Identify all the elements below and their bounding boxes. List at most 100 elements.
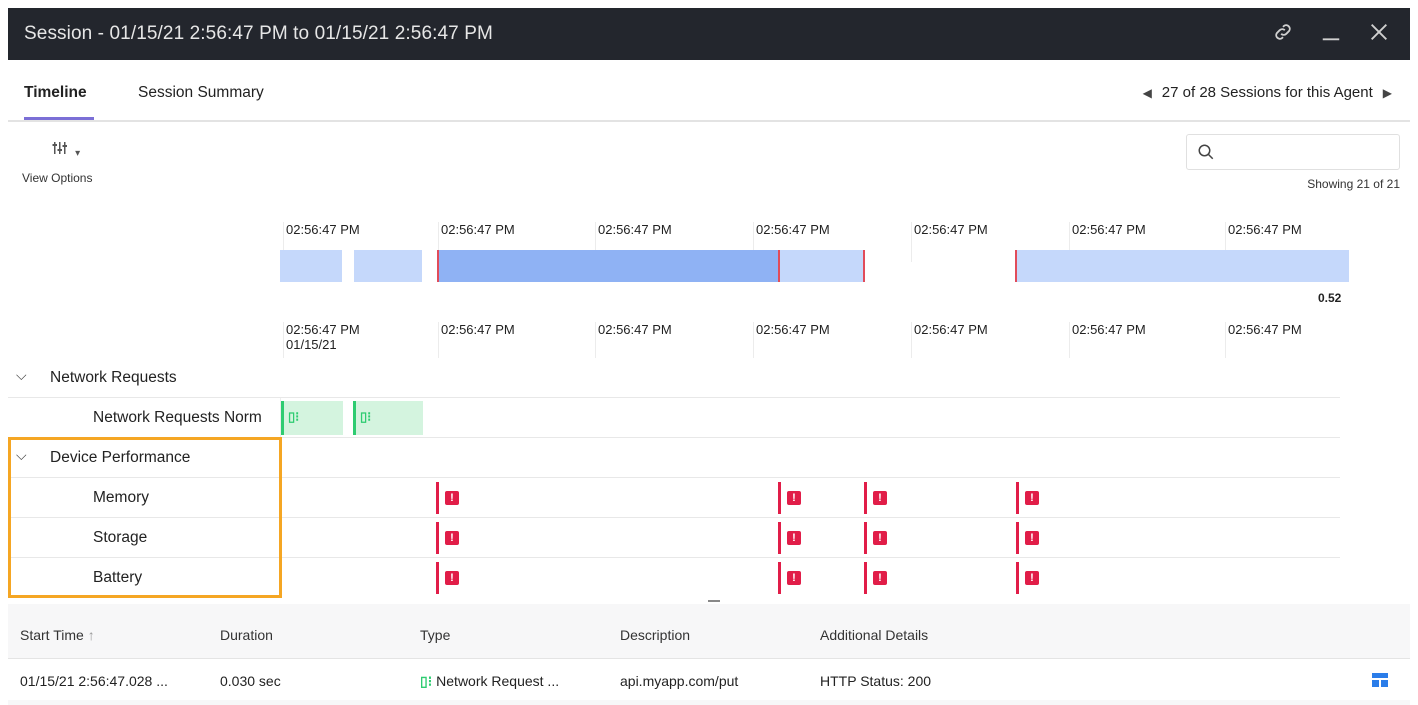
chevron-down-icon[interactable]: ⌵ [16, 447, 27, 464]
alert-event[interactable]: ! [1016, 562, 1039, 594]
alert-event[interactable]: ! [778, 522, 801, 554]
column-header-additional-details[interactable]: Additional Details [820, 627, 928, 643]
track-lane: ! ! ! ! [280, 478, 1340, 518]
network-request-icon: ▯⁝ [360, 409, 372, 424]
showing-count: Showing 21 of 21 [1307, 177, 1400, 191]
window-controls [1272, 8, 1390, 60]
overview-range-bar[interactable] [280, 250, 1349, 282]
alert-event[interactable]: ! [864, 522, 887, 554]
overview-selected-segment[interactable] [437, 250, 779, 282]
alert-icon: ! [1025, 531, 1039, 545]
sort-up-icon: ↑ [87, 627, 95, 643]
alert-event[interactable]: ! [778, 482, 801, 514]
tab-timeline[interactable]: Timeline [24, 84, 87, 102]
timeline-tick: 02:56:47 PM [1069, 322, 1146, 358]
column-header-start-time[interactable]: Start Time ↑ [20, 627, 95, 643]
alert-icon: ! [445, 571, 459, 585]
timeline-tick: 02:56:47 PM [753, 322, 830, 358]
timeline-tick: 02:56:47 PM [911, 322, 988, 358]
alert-icon: ! [873, 571, 887, 585]
track-row-network-requests-normal: Network Requests Norm ▯⁝ ▯⁝ [8, 398, 1340, 438]
alert-event[interactable]: ! [864, 562, 887, 594]
search-input[interactable] [1186, 134, 1400, 170]
close-icon[interactable] [1368, 21, 1390, 47]
cell-type: ▯⁝ Network Request ... [420, 673, 560, 689]
link-icon[interactable] [1272, 21, 1294, 47]
events-table: Start Time ↑ Duration Type Description A… [8, 600, 1410, 705]
search-icon [1198, 144, 1214, 160]
timeline-time-axis: 02:56:47 PM 01/15/21 02:56:47 PM 02:56:47… [283, 322, 1349, 358]
table-header: Start Time ↑ Duration Type Description A… [8, 618, 1410, 654]
alert-icon: ! [787, 491, 801, 505]
group-row-network-requests[interactable]: ⌵ Network Requests [8, 358, 1340, 398]
track-label: Memory [93, 489, 149, 506]
alert-event[interactable]: ! [1016, 522, 1039, 554]
overview-marker [437, 250, 439, 282]
table-row[interactable]: 01/15/21 2:56:47.028 ... 0.030 sec ▯⁝ Net… [8, 658, 1410, 700]
chevron-down-icon: ▾ [75, 148, 82, 159]
group-row-device-performance[interactable]: ⌵ Device Performance [8, 438, 1340, 478]
timeline-tick-date: 01/15/21 [286, 337, 337, 352]
alert-event[interactable]: ! [436, 482, 459, 514]
tab-session-summary[interactable]: Session Summary [138, 84, 264, 102]
track-row-memory: Memory ! ! ! ! [8, 478, 1340, 518]
overview-segment [779, 250, 864, 282]
alert-icon: ! [787, 531, 801, 545]
alert-icon: ! [1025, 491, 1039, 505]
column-header-type[interactable]: Type [420, 627, 450, 643]
prev-session-icon[interactable]: ◀ [1143, 86, 1152, 100]
network-request-bar[interactable]: ▯⁝ [281, 401, 343, 435]
alert-event[interactable]: ! [436, 562, 459, 594]
alert-event[interactable]: ! [778, 562, 801, 594]
overview-value-label: 0.52 [1318, 291, 1342, 305]
resize-handle[interactable] [708, 600, 720, 602]
track-label: Network Requests Norm [93, 409, 262, 426]
details-panel-icon[interactable] [1372, 673, 1388, 687]
alert-event[interactable]: ! [864, 482, 887, 514]
network-request-icon: ▯⁝ [420, 673, 433, 689]
tab-bar: Timeline Session Summary ◀ 27 of 28 Sess… [8, 60, 1410, 122]
timeline-tick: 02:56:47 PM [1225, 322, 1302, 358]
alert-event[interactable]: ! [1016, 482, 1039, 514]
view-options-label: View Options [22, 171, 93, 185]
track-lane: ! ! ! ! [280, 518, 1340, 558]
timeline-tick: 02:56:47 PM 01/15/21 [283, 322, 360, 358]
alert-icon: ! [445, 491, 459, 505]
track-lane: ! ! ! ! [280, 558, 1340, 598]
timeline-tick: 02:56:47 PM [438, 322, 515, 358]
alert-icon: ! [445, 531, 459, 545]
cell-start-time: 01/15/21 2:56:47.028 ... [20, 673, 168, 689]
network-request-icon: ▯⁝ [288, 409, 300, 424]
timeline-tick: 02:56:47 PM [595, 322, 672, 358]
network-request-bar[interactable]: ▯⁝ [353, 401, 423, 435]
chevron-down-icon[interactable]: ⌵ [16, 367, 27, 384]
timeline-grid: ⌵ Network Requests Network Requests Norm… [8, 358, 1340, 598]
minimize-icon[interactable] [1320, 21, 1342, 47]
window-title: Session - 01/15/21 2:56:47 PM to 01/15/2… [24, 23, 493, 44]
view-options-button[interactable]: ▾ View Options [22, 140, 122, 185]
overview-marker [778, 250, 780, 282]
window-titlebar: Session - 01/15/21 2:56:47 PM to 01/15/2… [8, 8, 1410, 60]
alert-event[interactable]: ! [436, 522, 459, 554]
track-row-storage: Storage ! ! ! ! [8, 518, 1340, 558]
alert-icon: ! [1025, 571, 1039, 585]
overview-segment [354, 250, 422, 282]
group-label: Device Performance [50, 449, 191, 466]
track-lane: ▯⁝ ▯⁝ [280, 398, 1340, 438]
overview-segment [1016, 250, 1349, 282]
track-label: Storage [93, 529, 148, 546]
track-label: Battery [93, 569, 143, 586]
active-tab-indicator [24, 117, 94, 120]
overview-marker [863, 250, 865, 282]
sliders-icon: ▾ [52, 142, 82, 160]
overview-segment [280, 250, 342, 282]
alert-icon: ! [873, 531, 887, 545]
overview-marker [1015, 250, 1017, 282]
alert-icon: ! [873, 491, 887, 505]
alert-icon: ! [787, 571, 801, 585]
track-row-battery: Battery ! ! ! ! [8, 558, 1340, 598]
column-header-duration[interactable]: Duration [220, 627, 273, 643]
column-header-description[interactable]: Description [620, 627, 690, 643]
next-session-icon[interactable]: ▶ [1383, 86, 1392, 100]
cell-additional-details: HTTP Status: 200 [820, 673, 932, 689]
